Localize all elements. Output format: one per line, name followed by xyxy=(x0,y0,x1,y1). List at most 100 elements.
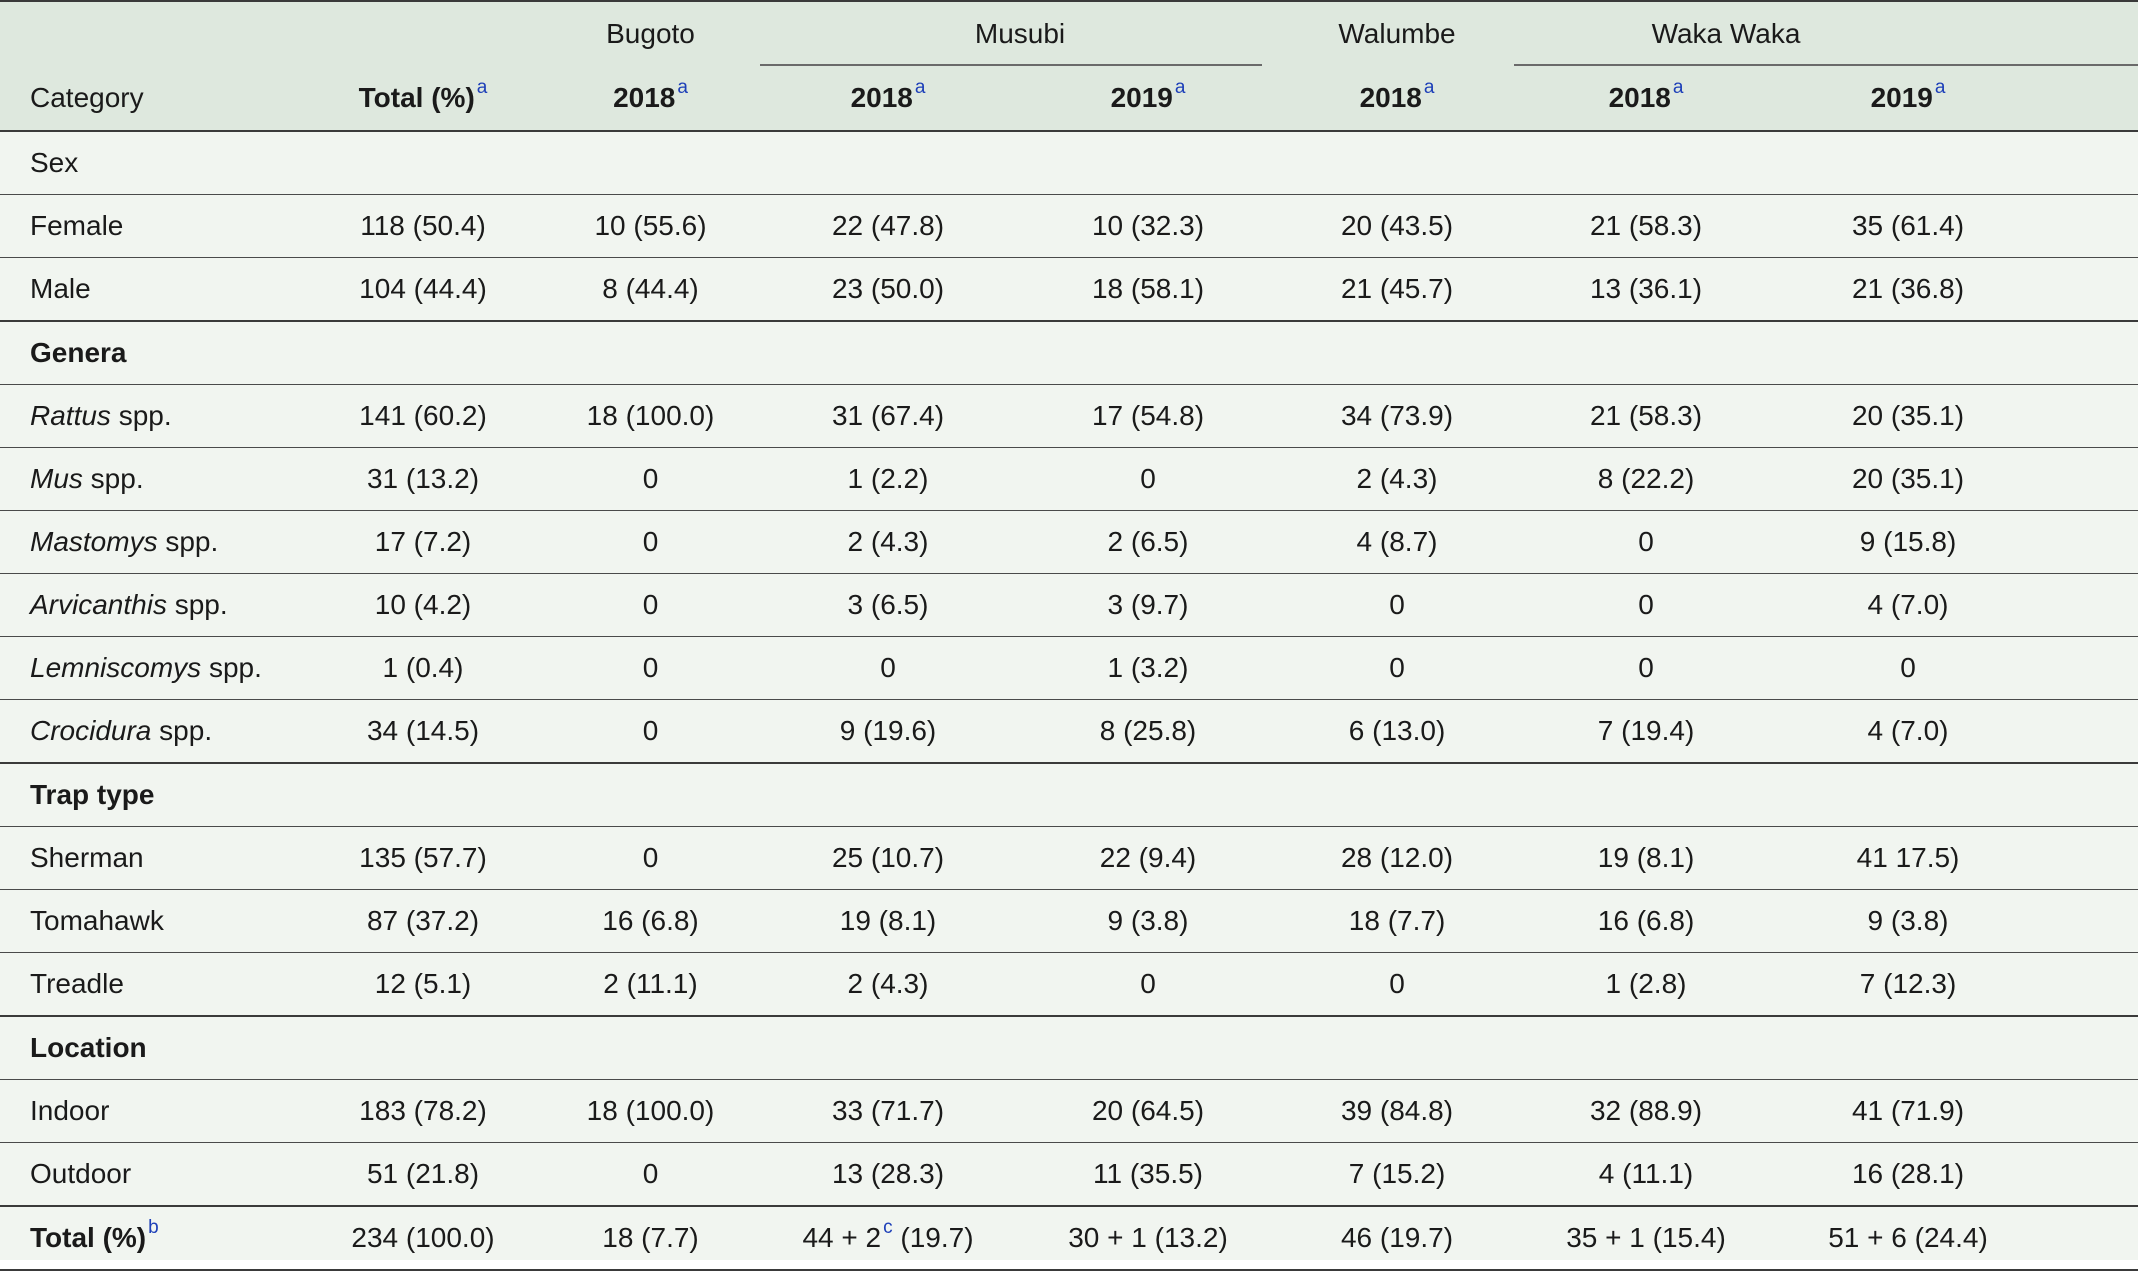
table-cell: 46 (19.7) xyxy=(1280,1206,1515,1271)
footnote-link[interactable]: a xyxy=(1424,77,1435,98)
table-cell: 118 (50.4) xyxy=(305,194,541,258)
table-cell: 9 (15.8) xyxy=(1778,510,2039,574)
table-cell: 10 (4.2) xyxy=(305,573,541,637)
genus-name: Rattus xyxy=(30,400,111,431)
table-cell: 28 (12.0) xyxy=(1280,826,1515,890)
table-cell: 18 (7.7) xyxy=(1280,889,1515,953)
footnote-link[interactable]: c xyxy=(883,1217,893,1238)
genus-name: Lemniscomys xyxy=(30,652,202,683)
table-row: Crocidura spp. 34 (14.5) 0 9 (19.6) 8 (2… xyxy=(0,699,2138,764)
total-header: Total (%) a xyxy=(305,66,541,131)
table-cell: 25 (10.7) xyxy=(760,826,1016,890)
table-cell: 16 (28.1) xyxy=(1778,1142,2039,1207)
total-row: Total (%) b 234 (100.0) 18 (7.7) 44 + 2c … xyxy=(0,1206,2138,1271)
table-cell: 8 (22.2) xyxy=(1514,447,1779,511)
row-label: Treadle xyxy=(0,952,305,1017)
site-musubi: Musubi xyxy=(760,1,1281,66)
table-cell: 20 (64.5) xyxy=(1016,1079,1281,1143)
table-body: Sex Female 118 (50.4) 10 (55.6) 22 (47.8… xyxy=(0,131,2138,1271)
table-cell: 16 (6.8) xyxy=(541,889,760,953)
table-cell: 0 xyxy=(1514,573,1779,637)
table-header: Bugoto Musubi Walumbe Waka Waka Category… xyxy=(0,1,2138,131)
table-cell: 51 (21.8) xyxy=(305,1142,541,1207)
genus-name: Arvicanthis xyxy=(30,589,167,620)
table-cell: 11 (35.5) xyxy=(1016,1142,1281,1207)
table-cell: 6 (13.0) xyxy=(1280,699,1515,764)
table-cell: 31 (67.4) xyxy=(760,384,1016,448)
table-row: Rattus spp. 141 (60.2) 18 (100.0) 31 (67… xyxy=(0,384,2138,448)
table-row: Lemniscomys spp. 1 (0.4) 0 0 1 (3.2) 0 0… xyxy=(0,636,2138,700)
table-cell: 30 + 1 (13.2) xyxy=(1016,1206,1281,1271)
table-row: Mastomys spp. 17 (7.2) 0 2 (4.3) 2 (6.5)… xyxy=(0,510,2138,574)
table-cell: 17 (54.8) xyxy=(1016,384,1281,448)
section-row-location: Location xyxy=(0,1016,2138,1080)
table-cell: 16 (6.8) xyxy=(1514,889,1779,953)
table-cell: 17 (7.2) xyxy=(305,510,541,574)
year-musubi-2018: 2018 a xyxy=(760,66,1016,131)
footnote-link[interactable]: a xyxy=(1175,77,1186,98)
table-cell: 7 (12.3) xyxy=(1778,952,2039,1017)
year-musubi-2019: 2019 a xyxy=(1016,66,1281,131)
data-table-container: Bugoto Musubi Walumbe Waka Waka Category… xyxy=(0,0,2138,1271)
section-label: Genera xyxy=(0,321,305,385)
table-cell: 4 (11.1) xyxy=(1514,1142,1779,1207)
section-label: Sex xyxy=(0,131,305,195)
table-cell: 23 (50.0) xyxy=(760,257,1016,322)
table-cell: 13 (28.3) xyxy=(760,1142,1016,1207)
table-cell: 0 xyxy=(1280,573,1515,637)
table-cell: 0 xyxy=(1778,636,2039,700)
site-walumbe: Walumbe xyxy=(1280,1,1515,66)
table-cell: 18 (7.7) xyxy=(541,1206,760,1271)
footnote-link[interactable]: a xyxy=(477,77,488,98)
table-cell: 2 (4.3) xyxy=(1280,447,1515,511)
section-label: Location xyxy=(0,1016,305,1080)
table-cell: 21 (58.3) xyxy=(1514,194,1779,258)
table-cell: 35 + 1 (15.4) xyxy=(1514,1206,1779,1271)
table-cell: 1 (0.4) xyxy=(305,636,541,700)
site-waka-waka: Waka Waka xyxy=(1514,1,2138,66)
genus-name: Mastomys xyxy=(30,526,158,557)
table-cell: 10 (32.3) xyxy=(1016,194,1281,258)
table-row: Indoor 183 (78.2) 18 (100.0) 33 (71.7) 2… xyxy=(0,1079,2138,1143)
footnote-link[interactable]: a xyxy=(915,77,926,98)
row-label: Lemniscomys spp. xyxy=(0,636,305,700)
table-cell: 0 xyxy=(541,699,760,764)
table-cell: 0 xyxy=(1280,636,1515,700)
table-cell: 1 (2.2) xyxy=(760,447,1016,511)
year-waka-2019: 2019 a xyxy=(1778,66,2039,131)
table-cell: 1 (3.2) xyxy=(1016,636,1281,700)
table-cell: 18 (58.1) xyxy=(1016,257,1281,322)
table-cell: 20 (43.5) xyxy=(1280,194,1515,258)
row-label: Female xyxy=(0,194,305,258)
table-cell: 12 (5.1) xyxy=(305,952,541,1017)
table-cell: 21 (58.3) xyxy=(1514,384,1779,448)
row-label: Indoor xyxy=(0,1079,305,1143)
table-cell: 9 (3.8) xyxy=(1016,889,1281,953)
footnote-link[interactable]: a xyxy=(1673,77,1684,98)
row-label: Mastomys spp. xyxy=(0,510,305,574)
table-row: Female 118 (50.4) 10 (55.6) 22 (47.8) 10… xyxy=(0,194,2138,258)
table-cell: 22 (9.4) xyxy=(1016,826,1281,890)
footnote-link[interactable]: a xyxy=(1935,77,1946,98)
table-cell: 51 + 6 (24.4) xyxy=(1778,1206,2039,1271)
genus-name: Mus xyxy=(30,463,83,494)
table-cell: 20 (35.1) xyxy=(1778,447,2039,511)
row-label: Male xyxy=(0,257,305,322)
table-cell: 34 (14.5) xyxy=(305,699,541,764)
table-cell: 41 (71.9) xyxy=(1778,1079,2039,1143)
year-header-row: Category Total (%) a 2018 a 2018 a 2019 a 20… xyxy=(0,66,2138,131)
table-cell: 19 (8.1) xyxy=(760,889,1016,953)
table-cell: 4 (7.0) xyxy=(1778,573,2039,637)
table-cell: 0 xyxy=(1514,510,1779,574)
table-cell: 21 (45.7) xyxy=(1280,257,1515,322)
table-row: Outdoor 51 (21.8) 0 13 (28.3) 11 (35.5) … xyxy=(0,1142,2138,1207)
table-cell: 7 (19.4) xyxy=(1514,699,1779,764)
table-cell: 2 (4.3) xyxy=(760,510,1016,574)
table-cell: 35 (61.4) xyxy=(1778,194,2039,258)
table-cell: 0 xyxy=(1514,636,1779,700)
table-cell: 21 (36.8) xyxy=(1778,257,2039,322)
footnote-link[interactable]: b xyxy=(148,1217,159,1238)
table-cell: 8 (25.8) xyxy=(1016,699,1281,764)
site-header-row: Bugoto Musubi Walumbe Waka Waka xyxy=(0,1,2138,66)
footnote-link[interactable]: a xyxy=(677,77,688,98)
